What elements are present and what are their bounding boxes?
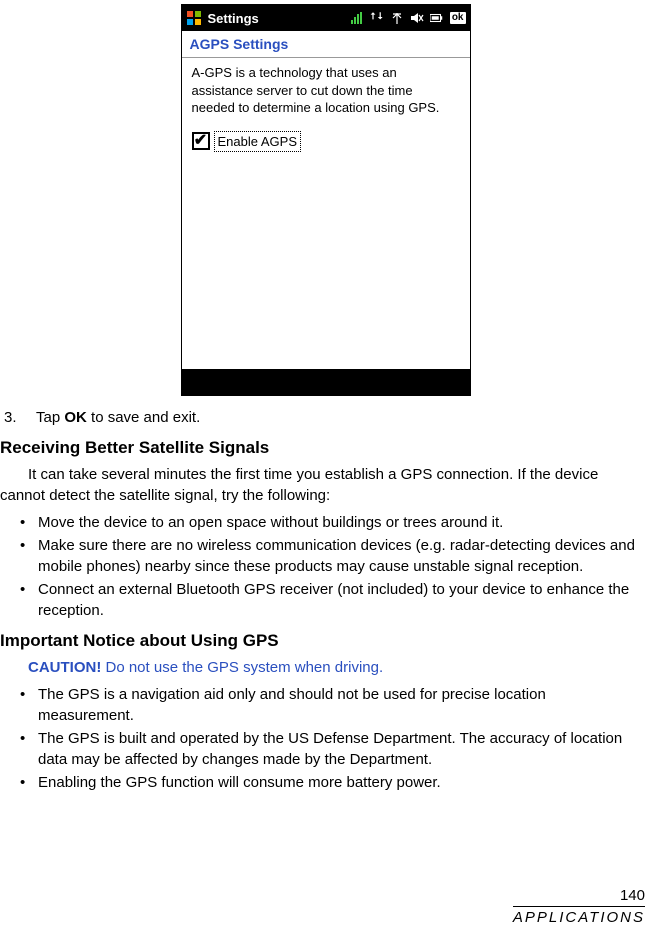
- list-item: Make sure there are no wireless communic…: [20, 535, 637, 577]
- volume-mute-icon: [410, 11, 424, 25]
- heading-important-notice: Important Notice about Using GPS: [0, 631, 637, 651]
- ok-button[interactable]: ok: [450, 12, 466, 24]
- device-body: A-GPS is a technology that uses an assis…: [182, 58, 470, 158]
- heading-receiving-signals: Receiving Better Satellite Signals: [0, 438, 637, 458]
- caution-text: Do not use the GPS system when driving.: [101, 659, 383, 676]
- statusbar-icons: ok: [350, 11, 468, 25]
- windows-flag-icon: [186, 10, 202, 26]
- statusbar-title: Settings: [208, 11, 259, 26]
- step-text-bold: OK: [64, 409, 87, 426]
- agps-settings-header: AGPS Settings: [182, 31, 470, 58]
- section1-intro: It can take several minutes the first ti…: [0, 464, 637, 506]
- network-arrows-icon: [370, 11, 384, 25]
- section2-bullets: The GPS is a navigation aid only and sho…: [0, 684, 637, 793]
- list-item: The GPS is a navigation aid only and sho…: [20, 684, 637, 726]
- device-screenshot: Settings ok AGPS Settings A-GPS is a tec…: [181, 4, 471, 396]
- step-3: 3. Tap OK to save and exit.: [0, 408, 637, 428]
- caution-notice: CAUTION! Do not use the GPS system when …: [28, 659, 637, 676]
- caution-label: CAUTION!: [28, 659, 101, 676]
- agps-description: A-GPS is a technology that uses an assis…: [192, 64, 460, 117]
- signal-bars-icon: [350, 11, 364, 25]
- battery-icon: [430, 11, 444, 25]
- footer-section-label: Applications: [513, 909, 645, 926]
- page-number: 140: [513, 887, 645, 907]
- step-text-pre: Tap: [36, 409, 64, 426]
- list-item: Connect an external Bluetooth GPS receiv…: [20, 579, 637, 621]
- list-item: The GPS is built and operated by the US …: [20, 728, 637, 770]
- list-item: Move the device to an open space without…: [20, 512, 637, 533]
- device-statusbar: Settings ok: [182, 5, 470, 31]
- antenna-icon: [390, 11, 404, 25]
- checkbox-label: Enable AGPS: [214, 131, 302, 153]
- step-text-post: to save and exit.: [87, 409, 200, 426]
- page-footer: 140 Applications: [513, 887, 645, 926]
- list-item: Enabling the GPS function will consume m…: [20, 772, 637, 793]
- step-text: Tap OK to save and exit.: [36, 408, 637, 428]
- checkbox-check-icon: ✔: [192, 132, 210, 150]
- enable-agps-checkbox[interactable]: ✔ Enable AGPS: [192, 131, 460, 153]
- section1-bullets: Move the device to an open space without…: [0, 512, 637, 621]
- step-number: 3.: [0, 408, 36, 428]
- device-bottombar: [182, 369, 470, 395]
